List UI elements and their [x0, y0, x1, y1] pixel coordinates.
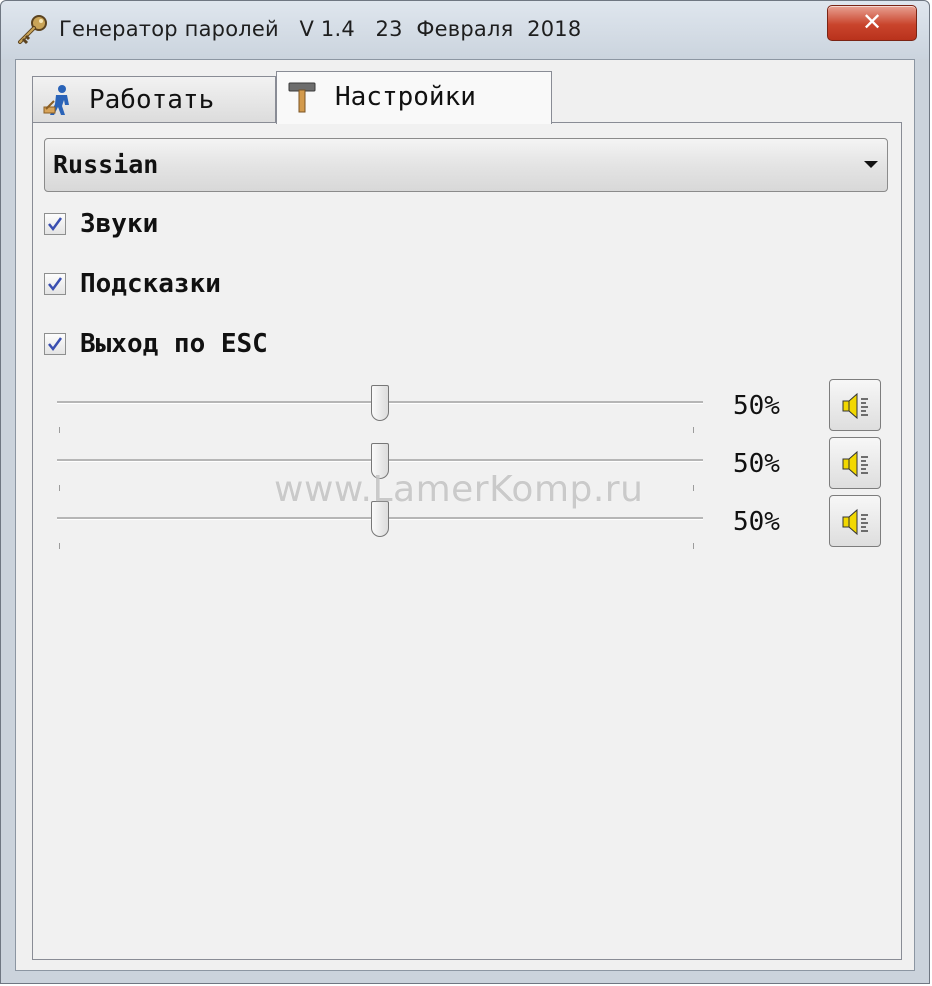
play-sound-button[interactable]	[829, 495, 881, 547]
volume-slider-thumb[interactable]	[371, 385, 389, 421]
sounds-checkbox[interactable]	[44, 213, 66, 235]
volume-value: 50%	[733, 391, 780, 421]
worker-icon	[43, 85, 69, 115]
key-icon	[18, 15, 47, 45]
esc-exit-checkbox[interactable]	[44, 333, 66, 355]
slider-tick	[59, 543, 60, 549]
volume-value: 50%	[733, 449, 780, 479]
volume-value: 50%	[733, 507, 780, 537]
slider-tick	[693, 543, 694, 549]
tab-settings[interactable]: Настройки	[276, 71, 552, 124]
speaker-icon	[842, 450, 868, 478]
title-bar[interactable]: Генератор паролей V 1.4 23 Февраля 2018 …	[1, 1, 929, 59]
window-title: Генератор паролей V 1.4 23 Февраля 2018	[59, 17, 582, 41]
volume-slider-row: 50%	[57, 437, 897, 499]
tab-work-label: Работать	[89, 85, 215, 115]
close-button[interactable]: ✕	[827, 5, 917, 41]
app-window: Генератор паролей V 1.4 23 Февраля 2018 …	[0, 0, 930, 984]
tab-settings-label: Настройки	[335, 82, 476, 112]
slider-tick	[693, 485, 694, 491]
volume-slider-row: 50%	[57, 495, 897, 557]
speaker-icon	[842, 508, 868, 536]
language-dropdown[interactable]: Russian	[44, 138, 888, 192]
volume-slider-row: 50%	[57, 379, 897, 441]
chevron-down-icon[interactable]	[864, 161, 878, 168]
slider-tick	[59, 485, 60, 491]
volume-slider-thumb[interactable]	[371, 501, 389, 537]
client-area: Работать Настройки Russian Звуки Подсказ…	[15, 59, 915, 971]
settings-panel: Russian Звуки Подсказки Выход по ESC 50%…	[32, 122, 902, 960]
sounds-checkbox-label: Звуки	[80, 209, 159, 239]
esc-exit-checkbox-label: Выход по ESC	[80, 329, 268, 359]
tab-work[interactable]: Работать	[32, 76, 276, 122]
slider-tick	[59, 427, 60, 433]
checkmark-icon	[48, 217, 63, 232]
volume-slider-thumb[interactable]	[371, 443, 389, 479]
slider-tick	[693, 427, 694, 433]
checkmark-icon	[48, 337, 63, 352]
checkmark-icon	[48, 277, 63, 292]
hints-checkbox[interactable]	[44, 273, 66, 295]
play-sound-button[interactable]	[829, 437, 881, 489]
play-sound-button[interactable]	[829, 379, 881, 431]
speaker-icon	[842, 392, 868, 420]
language-dropdown-value: Russian	[53, 150, 159, 179]
hammer-icon	[288, 82, 316, 113]
hints-checkbox-label: Подсказки	[80, 269, 221, 299]
